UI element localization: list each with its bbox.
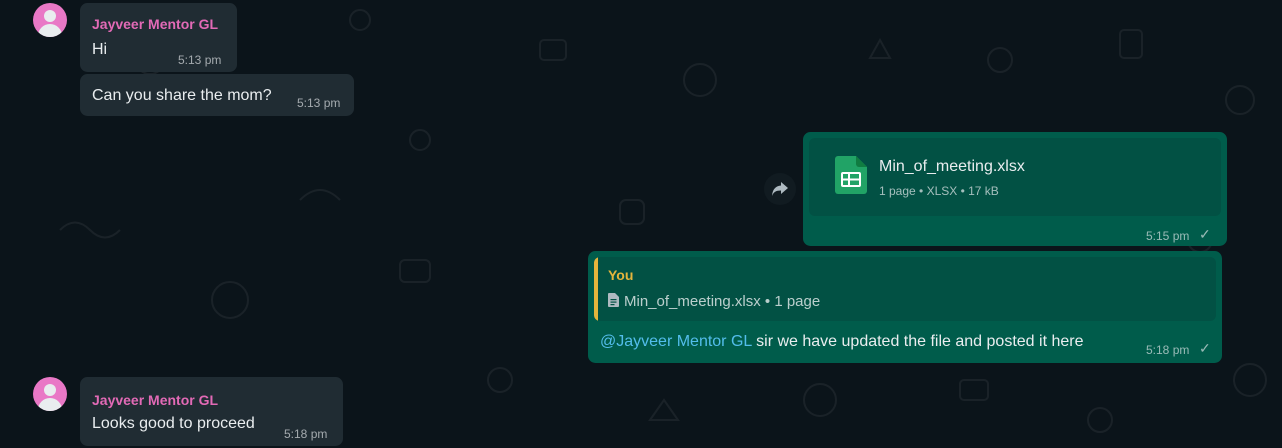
message-text: @Jayveer Mentor GL sir we have updated t… <box>600 333 1083 351</box>
avatar[interactable] <box>33 377 67 411</box>
incoming-message-bubble[interactable]: Jayveer Mentor GL Hi 5:13 pm <box>80 3 237 72</box>
message-time: 5:18 pm <box>284 427 328 441</box>
message-time: 5:15 pm <box>1146 229 1190 243</box>
message-time: 5:13 pm <box>178 53 222 67</box>
quote-author: You <box>608 267 634 283</box>
quote-text: Min_of_meeting.xlsx • 1 page <box>608 293 820 310</box>
incoming-message-bubble[interactable]: Jayveer Mentor GL Looks good to proceed … <box>80 377 343 446</box>
sender-name[interactable]: Jayveer Mentor GL <box>92 16 218 32</box>
sent-check-icon: ✓ <box>1199 340 1211 356</box>
message-time: 5:13 pm <box>297 96 341 110</box>
forward-icon <box>772 182 788 196</box>
document-icon <box>608 293 619 307</box>
avatar-head <box>44 10 56 22</box>
mention-link[interactable]: @Jayveer Mentor GL <box>600 333 752 350</box>
avatar-head <box>44 384 56 396</box>
avatar-body <box>38 24 62 37</box>
quoted-message[interactable]: You Min_of_meeting.xlsx • 1 page <box>594 257 1216 321</box>
avatar[interactable] <box>33 3 67 37</box>
file-name: Min_of_meeting.xlsx <box>879 158 1025 175</box>
forward-button[interactable] <box>764 173 796 205</box>
file-attachment[interactable]: Min_of_meeting.xlsx 1 page • XLSX • 17 k… <box>809 138 1221 216</box>
outgoing-file-message-bubble[interactable]: Min_of_meeting.xlsx 1 page • XLSX • 17 k… <box>803 132 1227 246</box>
quote-accent-bar <box>594 257 598 321</box>
sender-name[interactable]: Jayveer Mentor GL <box>92 392 218 408</box>
sent-check-icon: ✓ <box>1199 226 1211 242</box>
message-text: Can you share the mom? <box>92 87 272 104</box>
message-time: 5:18 pm <box>1146 343 1190 357</box>
message-text: Hi <box>92 41 108 58</box>
outgoing-reply-message-bubble[interactable]: You Min_of_meeting.xlsx • 1 page @Jayvee… <box>588 251 1222 363</box>
quote-text-value: Min_of_meeting.xlsx • 1 page <box>624 293 821 310</box>
message-text: Looks good to proceed <box>92 415 255 432</box>
spreadsheet-icon <box>835 156 867 194</box>
avatar-body <box>38 398 62 411</box>
message-text-body: sir we have updated the file and posted … <box>751 333 1084 350</box>
file-meta: 1 page • XLSX • 17 kB <box>879 184 999 198</box>
incoming-message-bubble[interactable]: Can you share the mom? 5:13 pm <box>80 74 354 116</box>
